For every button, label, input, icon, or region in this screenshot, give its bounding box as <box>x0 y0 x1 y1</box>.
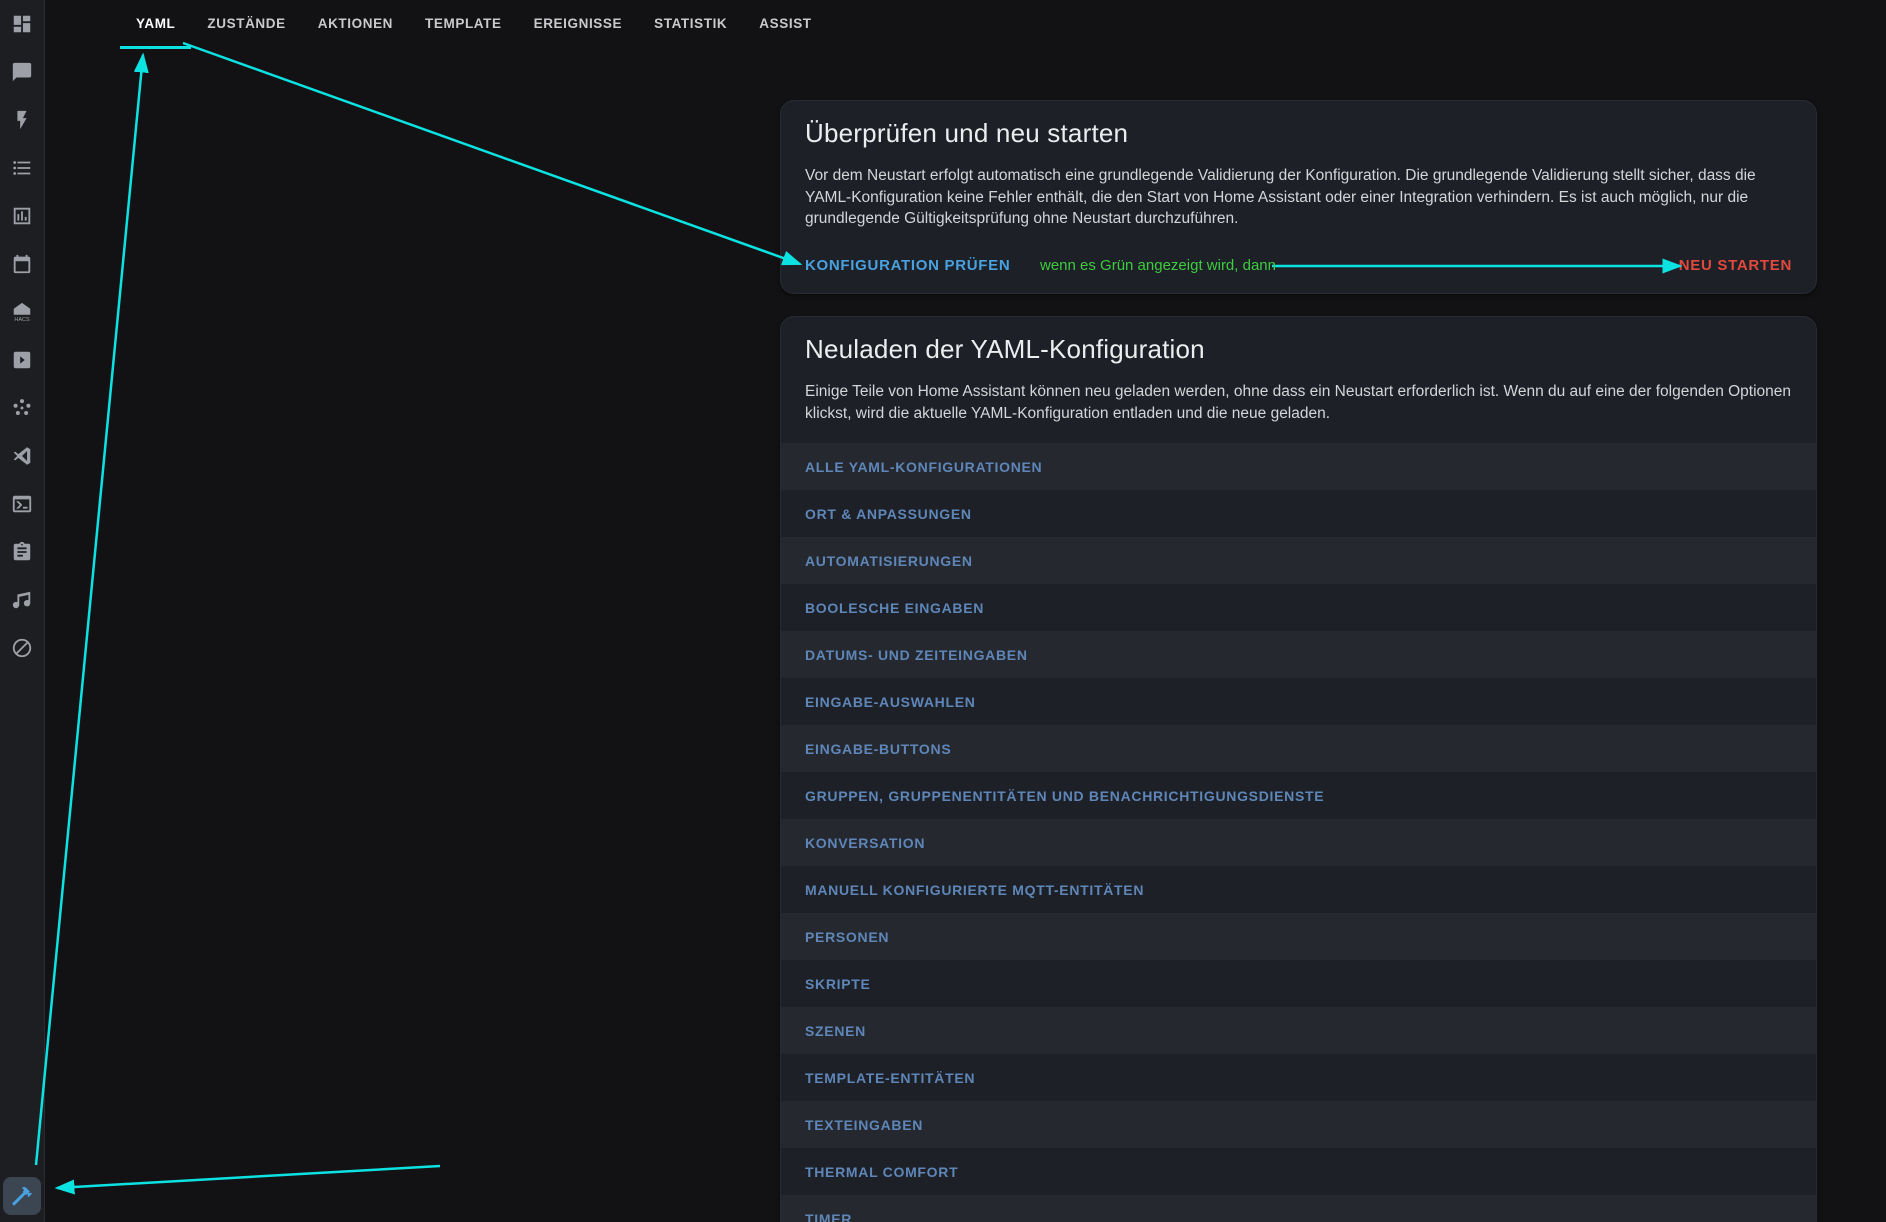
sidebar-item-energy[interactable] <box>10 108 34 132</box>
reload-option[interactable]: PERSONEN <box>781 913 1816 960</box>
arrow-yaml-to-check-button <box>183 43 800 264</box>
reload-option[interactable]: SKRIPTE <box>781 960 1816 1007</box>
tab[interactable]: ASSIST <box>743 0 827 49</box>
sidebar-item-media[interactable] <box>10 348 34 372</box>
reload-option[interactable]: TEMPLATE-ENTITÄTEN <box>781 1054 1816 1101</box>
arrow-to-devtools-icon <box>57 1166 440 1188</box>
reload-option[interactable]: ALLE YAML-KONFIGURATIONEN <box>781 443 1816 490</box>
reload-option[interactable]: KONVERSATION <box>781 819 1816 866</box>
sidebar-item-dashboard[interactable] <box>10 12 34 36</box>
vscode-icon <box>11 445 33 467</box>
check-card-actions: KONFIGURATION PRÜFEN NEU STARTEN <box>781 246 1816 285</box>
calendar-icon <box>11 253 33 275</box>
reload-option[interactable]: ORT & ANPASSUNGEN <box>781 490 1816 537</box>
reload-card-title: Neuladen der YAML-Konfiguration <box>805 333 1792 365</box>
reload-option[interactable]: THERMAL COMFORT <box>781 1148 1816 1195</box>
reload-option[interactable]: SZENEN <box>781 1007 1816 1054</box>
sidebar-item-history[interactable] <box>10 204 34 228</box>
chat-icon <box>11 61 33 83</box>
play-box-icon <box>11 349 33 371</box>
reload-option[interactable]: MANUELL KONFIGURIERTE MQTT-ENTITÄTEN <box>781 866 1816 913</box>
sidebar-item-terminal[interactable] <box>10 492 34 516</box>
reload-yaml-card: Neuladen der YAML-Konfiguration Einige T… <box>780 316 1817 1222</box>
tab[interactable]: TEMPLATE <box>409 0 518 49</box>
tab-bar: YAML ZUSTÄNDE AKTIONEN TEMPLATE EREIGNIS… <box>120 0 828 49</box>
clipboard-icon <box>11 541 33 563</box>
music-icon <box>11 589 33 611</box>
svg-text:HACS: HACS <box>14 317 30 323</box>
reload-option[interactable]: TIMER <box>781 1195 1816 1222</box>
check-configuration-button[interactable]: KONFIGURATION PRÜFEN <box>797 246 1018 285</box>
check-card-description: Vor dem Neustart erfolgt automatisch ein… <box>805 165 1792 230</box>
sidebar-item-chat[interactable] <box>10 60 34 84</box>
sidebar-item-developer-tools[interactable] <box>3 1177 41 1215</box>
tab[interactable]: AKTIONEN <box>302 0 409 49</box>
sidebar-item-vscode[interactable] <box>10 444 34 468</box>
tab[interactable]: EREIGNISSE <box>518 0 639 49</box>
dashboard-icon <box>11 13 33 35</box>
developer-tools-yaml-page: HACS YAML ZUSTÄNDE <box>0 0 1886 1222</box>
tab[interactable]: STATISTIK <box>638 0 743 49</box>
reload-option[interactable]: TEXTEINGABEN <box>781 1101 1816 1148</box>
reload-option[interactable]: GRUPPEN, GRUPPENENTITÄTEN UND BENACHRICH… <box>781 772 1816 819</box>
reload-option[interactable]: BOOLESCHE EINGABEN <box>781 584 1816 631</box>
reload-option[interactable]: DATUMS- UND ZEITEINGABEN <box>781 631 1816 678</box>
sidebar-item-nodes[interactable] <box>10 396 34 420</box>
list-icon <box>11 157 33 179</box>
cancel-icon <box>11 637 33 659</box>
reload-option[interactable]: AUTOMATISIERUNGEN <box>781 537 1816 584</box>
check-card-title: Überprüfen und neu starten <box>805 117 1792 149</box>
reload-card-description: Einige Teile von Home Assistant können n… <box>805 381 1792 424</box>
sidebar-item-tasks[interactable] <box>10 540 34 564</box>
sidebar: HACS <box>0 0 45 1222</box>
sidebar-item-music[interactable] <box>10 588 34 612</box>
tab[interactable]: YAML <box>120 0 191 49</box>
arrow-devtools-to-yaml-tab <box>36 55 143 1165</box>
restart-button[interactable]: NEU STARTEN <box>1671 246 1800 285</box>
reload-option[interactable]: EINGABE-AUSWAHLEN <box>781 678 1816 725</box>
sidebar-item-calendar[interactable] <box>10 252 34 276</box>
sidebar-item-logbook[interactable] <box>10 156 34 180</box>
reload-options-list: ALLE YAML-KONFIGURATIONEN ORT & ANPASSUN… <box>781 443 1816 1222</box>
hacs-icon: HACS <box>11 301 33 323</box>
bar-chart-icon <box>11 205 33 227</box>
developer-tools-icon <box>10 1184 34 1208</box>
check-and-restart-card: Überprüfen und neu starten Vor dem Neust… <box>780 100 1817 294</box>
lightning-icon <box>11 109 33 131</box>
nodes-icon <box>11 397 33 419</box>
sidebar-item-hacs[interactable]: HACS <box>10 300 34 324</box>
terminal-icon <box>11 493 33 515</box>
reload-option[interactable]: EINGABE-BUTTONS <box>781 725 1816 772</box>
tab[interactable]: ZUSTÄNDE <box>191 0 301 49</box>
sidebar-item-block[interactable] <box>10 636 34 660</box>
